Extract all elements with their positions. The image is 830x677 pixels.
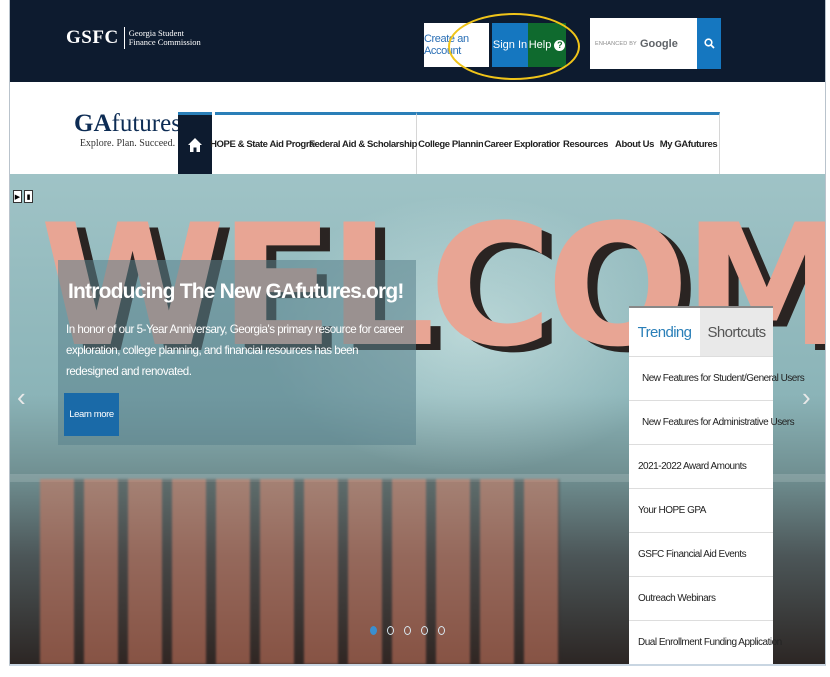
gsfc-logo-mark: GSFC [66, 27, 119, 48]
search-icon [703, 38, 715, 49]
trending-item-label: 2021-2022 Award Amounts [638, 461, 747, 472]
nav-my-gafutures[interactable]: My GAfutures [658, 112, 720, 174]
hero-caption: Introducing The New GAfutures.org! In ho… [58, 260, 416, 445]
logo-divider [123, 27, 125, 49]
tab-trending[interactable]: Trending [629, 308, 701, 356]
nav-resources[interactable]: Resources [560, 112, 612, 174]
trending-item[interactable]: Your HOPE GPA [629, 488, 773, 532]
gsfc-logo-name: Georgia Student Finance Commission [129, 29, 201, 47]
carousel-indicators [370, 626, 445, 635]
learn-more-button[interactable]: Learn more [64, 393, 119, 436]
carousel-next-icon[interactable]: › [802, 382, 811, 413]
search-brand-label: Google [639, 37, 678, 50]
carousel-prev-icon[interactable]: ‹ [17, 382, 26, 413]
trending-item-label: Dual Enrollment Funding Application [638, 637, 782, 648]
hero-carousel: WELCOME ▶ ▮ Introducing The New GAfuture… [10, 174, 825, 664]
gsfc-logo[interactable]: GSFC Georgia Student Finance Commission [66, 27, 201, 49]
nav-career-exploration[interactable]: Career Exploration [483, 112, 564, 174]
diamond-icon [635, 376, 641, 381]
play-icon[interactable]: ▶ [13, 190, 22, 203]
carousel-dot[interactable] [421, 626, 428, 635]
nav-hope-state-aid[interactable]: HOPE & State Aid Programs [210, 112, 327, 174]
carousel-dot[interactable] [387, 626, 394, 635]
search-enhanced-label: ENHANCED BY [595, 40, 637, 47]
carousel-dot[interactable] [370, 626, 377, 635]
main-navigation: GAfutures Explore. Plan. Succeed. HOPE &… [10, 82, 825, 174]
trending-item-label: GSFC Financial Aid Events [638, 549, 747, 560]
trending-item[interactable]: 2021-2022 Award Amounts [629, 444, 773, 488]
home-icon [188, 137, 202, 152]
highlight-annotation [448, 13, 580, 80]
gafutures-logo[interactable]: GAfutures Explore. Plan. Succeed. [74, 111, 181, 150]
nav-college-planning[interactable]: College Planning [417, 112, 491, 174]
top-header: GSFC Georgia Student Finance Commission … [10, 0, 825, 82]
trending-item-label: New Features for Administrative Users [642, 417, 795, 428]
carousel-dot[interactable] [404, 626, 411, 635]
trending-panel: Trending Shortcuts New Features for Stud… [629, 306, 805, 664]
gafutures-tagline: Explore. Plan. Succeed. [79, 138, 176, 149]
hero-text: In honor of our 5-Year Anniversary, Geor… [66, 323, 404, 378]
logo-name-line2: Finance Commission [128, 37, 201, 47]
search-input[interactable]: ENHANCED BY Google [590, 18, 697, 69]
carousel-dot[interactable] [438, 626, 445, 635]
trending-item-label: Outreach Webinars [638, 593, 716, 604]
nav-home[interactable] [178, 112, 212, 174]
trending-item-label: Your HOPE GPA [638, 505, 706, 516]
nav-about-us[interactable]: About Us [610, 112, 660, 174]
hero-reflection [40, 479, 560, 664]
tab-shortcuts[interactable]: Shortcuts [700, 308, 773, 356]
trending-item-label: New Features for Student/General Users [642, 373, 805, 384]
trending-item[interactable]: GSFC Financial Aid Events [629, 532, 773, 576]
trending-item[interactable]: Dual Enrollment Funding Application [629, 620, 782, 664]
gafutures-title: GAfutures [74, 111, 181, 137]
browser-page: GSFC Georgia Student Finance Commission … [9, 0, 826, 666]
hero-title: Introducing The New GAfutures.org! [68, 280, 404, 303]
carousel-controls: ▶ ▮ [13, 190, 33, 203]
trending-item[interactable]: Outreach Webinars [629, 576, 773, 620]
nav-federal-aid[interactable]: Federal Aid & Scholarships [309, 112, 422, 174]
trending-item[interactable]: New Features for Administrative Users [629, 400, 795, 444]
pause-icon[interactable]: ▮ [24, 190, 33, 203]
search-button[interactable] [697, 18, 721, 69]
gafutures-title-rest: futures [111, 110, 181, 137]
diamond-icon [635, 420, 641, 425]
trending-item[interactable]: New Features for Student/General Users [629, 356, 805, 400]
gafutures-title-bold: GA [74, 110, 112, 137]
